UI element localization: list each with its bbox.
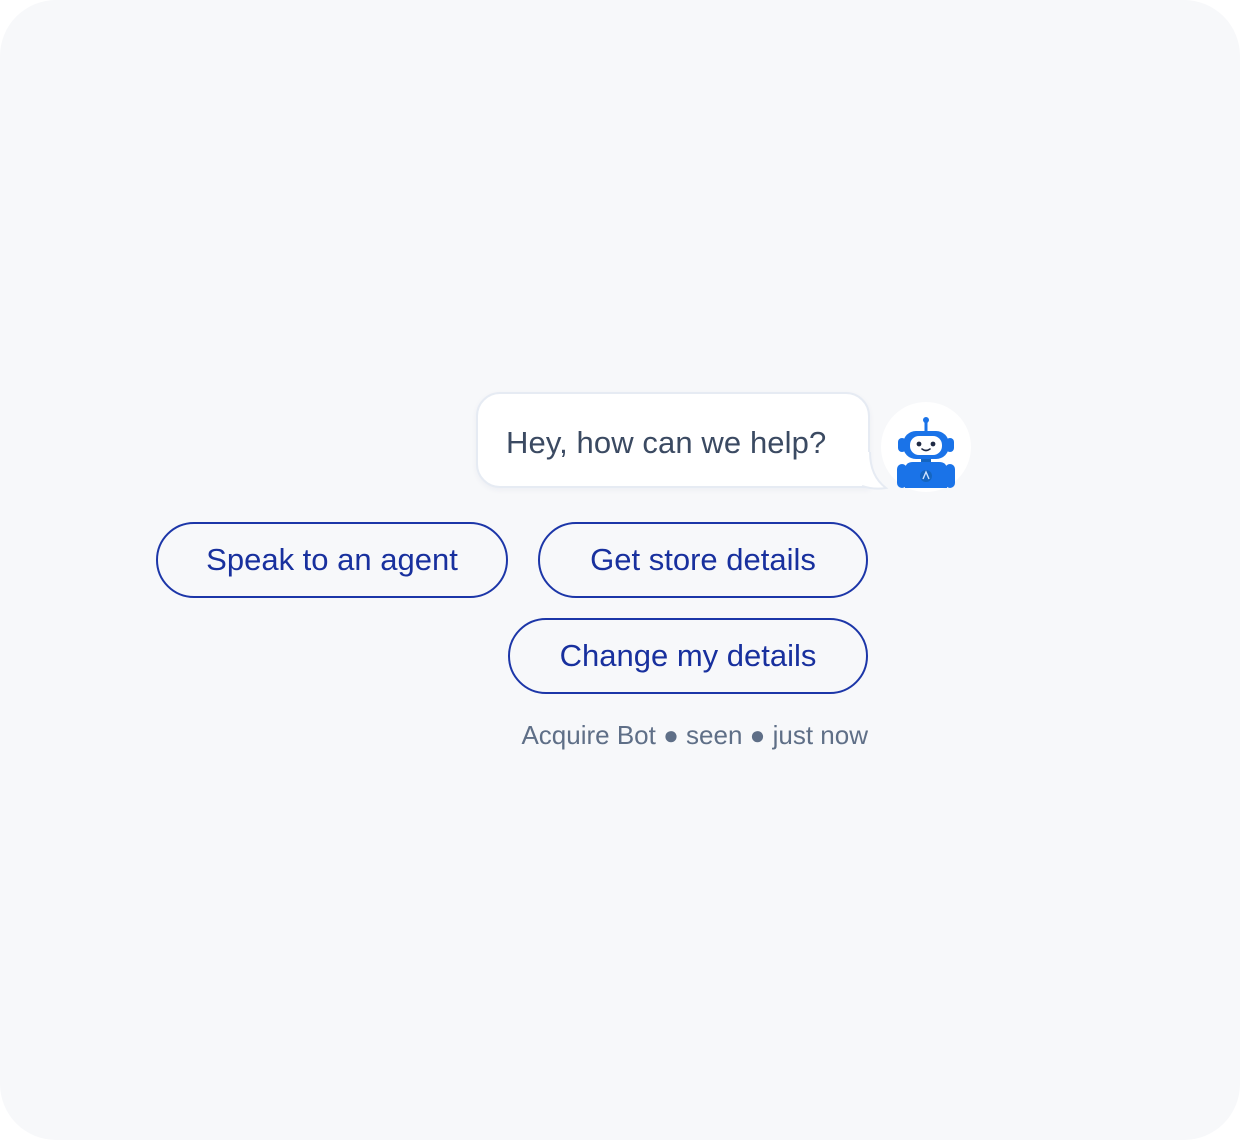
status-separator: ● xyxy=(663,720,679,750)
status-sender: Acquire Bot xyxy=(521,720,656,750)
bot-message-text: Hey, how can we help? xyxy=(506,425,827,460)
quick-reply-speak-to-agent[interactable]: Speak to an agent xyxy=(156,522,508,598)
status-time: just now xyxy=(772,720,868,750)
message-status: Acquire Bot ● seen ● just now xyxy=(506,720,868,751)
chat-panel: Hey, how can we help? Speak to an agent … xyxy=(0,0,1240,1140)
bot-avatar xyxy=(881,402,971,492)
status-separator: ● xyxy=(749,720,766,750)
robot-icon xyxy=(897,417,955,488)
quick-reply-change-my-details[interactable]: Change my details xyxy=(508,618,868,694)
quick-reply-get-store-details[interactable]: Get store details xyxy=(538,522,868,598)
bot-message-bubble: Hey, how can we help? xyxy=(476,392,870,488)
status-seen: seen xyxy=(686,720,743,750)
